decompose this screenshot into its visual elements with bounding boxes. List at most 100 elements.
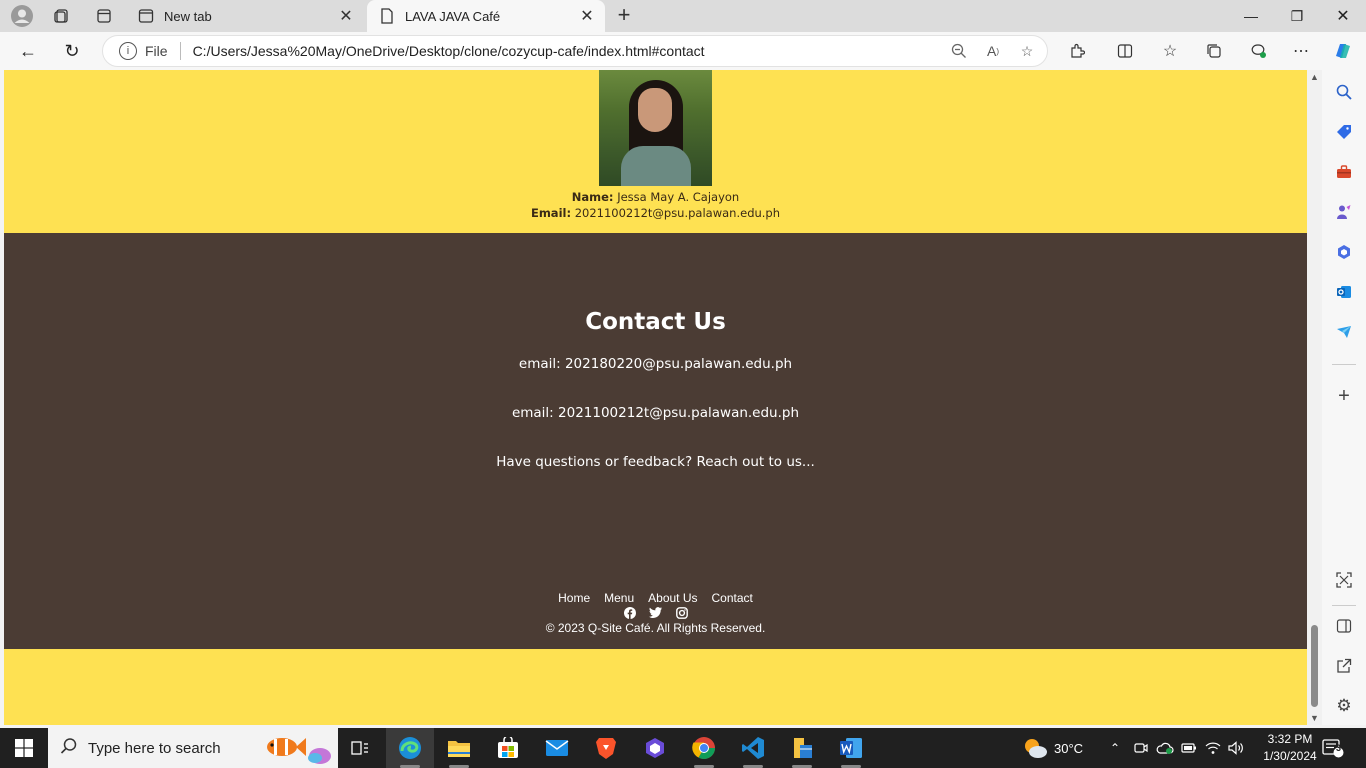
vscode-icon[interactable]: [729, 728, 777, 768]
footer-nav: Home Menu About Us Contact: [4, 591, 1307, 605]
chrome-icon[interactable]: [680, 728, 728, 768]
tools-icon[interactable]: [1332, 160, 1356, 184]
workspaces-icon[interactable]: [48, 4, 76, 28]
new-tab-icon: [138, 8, 154, 24]
new-tab-button[interactable]: +: [612, 4, 636, 28]
contact-tagline: Have questions or feedback? Reach out to…: [496, 454, 815, 470]
taskbar-search[interactable]: Type here to search: [48, 728, 338, 768]
info-icon[interactable]: i: [119, 42, 137, 60]
url-text[interactable]: C:/Users/Jessa%20May/OneDrive/Desktop/cl…: [193, 43, 945, 59]
contact-email-1: email: 202180220@psu.palawan.edu.ph: [518, 356, 793, 372]
close-window-button[interactable]: ✕: [1320, 0, 1366, 32]
footer-link-menu[interactable]: Menu: [604, 591, 634, 605]
show-hidden-icons[interactable]: ⌃: [1110, 728, 1120, 768]
scroll-down-icon[interactable]: ▼: [1310, 713, 1319, 723]
weather-widget[interactable]: 30°C: [1022, 728, 1083, 768]
browser-essentials-icon[interactable]: [1244, 39, 1272, 63]
microsoft-365-icon[interactable]: [1332, 240, 1356, 264]
settings-more-icon[interactable]: ⋯: [1287, 39, 1315, 63]
sidebar-settings-icon[interactable]: ⚙: [1332, 694, 1356, 718]
edge-taskbar-icon[interactable]: [386, 728, 434, 768]
battery-icon[interactable]: [1181, 728, 1197, 768]
profile-icon[interactable]: [8, 4, 36, 28]
read-aloud-icon[interactable]: A): [979, 39, 1007, 63]
footer-link-contact[interactable]: Contact: [712, 591, 753, 605]
scrollbar-thumb[interactable]: [1311, 625, 1318, 707]
drop-icon[interactable]: [1332, 320, 1356, 344]
open-external-icon[interactable]: [1332, 654, 1356, 678]
copilot-icon[interactable]: [1329, 39, 1357, 63]
footer-link-about[interactable]: About Us: [648, 591, 697, 605]
email-value: 2021100212t@psu.palawan.edu.ph: [574, 206, 781, 220]
instagram-icon[interactable]: [675, 606, 688, 619]
onedrive-icon[interactable]: [1156, 728, 1174, 768]
facebook-icon[interactable]: [623, 606, 636, 619]
back-icon[interactable]: ←: [14, 38, 42, 64]
screenshot-icon[interactable]: [1332, 568, 1356, 592]
favorites-icon[interactable]: ☆: [1156, 39, 1184, 63]
shopping-tag-icon[interactable]: [1332, 120, 1356, 144]
windows-start-icon[interactable]: [0, 728, 48, 768]
mail-icon[interactable]: [533, 728, 581, 768]
member-email-line: Email: 2021100212t@psu.palawan.edu.ph: [4, 206, 1307, 220]
add-sidebar-app-icon[interactable]: +: [1332, 384, 1356, 408]
task-view-icon[interactable]: [336, 728, 384, 768]
windows-taskbar: Type here to search 30°C ⌃ 3:32 PM 1/30/…: [0, 728, 1366, 768]
address-bar[interactable]: i File C:/Users/Jessa%20May/OneDrive/Des…: [102, 35, 1048, 67]
page-icon: [379, 8, 395, 24]
file-label: File: [145, 43, 168, 59]
notification-count: 3: [1336, 743, 1342, 753]
divider: [179, 42, 181, 60]
page-scrollbar[interactable]: ▲ ▼: [1307, 70, 1322, 725]
contact-section: Contact Us email: 202180220@psu.palawan.…: [4, 233, 1307, 649]
tab-new-tab[interactable]: New tab ✕: [128, 0, 364, 32]
photo-shirt: [621, 146, 691, 186]
refresh-icon[interactable]: ↻: [58, 38, 86, 64]
tab-title: New tab: [164, 8, 212, 24]
system-clock[interactable]: 3:32 PM 1/30/2024: [1250, 731, 1330, 765]
brave-browser-icon[interactable]: [582, 728, 630, 768]
social-links: [4, 606, 1307, 619]
word-icon[interactable]: [827, 728, 875, 768]
edge-sidebar: + ⚙: [1322, 70, 1366, 725]
email-label: Email:: [530, 206, 572, 220]
microsoft-store-icon[interactable]: [484, 728, 532, 768]
weather-temp: 30°C: [1054, 740, 1084, 756]
search-placeholder: Type here to search: [88, 739, 221, 757]
about-us-section: Name: Jessa May A. Cajayon Email: 202110…: [4, 70, 1307, 233]
extensions-icon[interactable]: [1063, 39, 1091, 63]
close-tab-icon[interactable]: ✕: [334, 6, 358, 26]
photo-face: [638, 88, 672, 132]
minimize-button[interactable]: —: [1228, 0, 1274, 32]
tab-strip: New tab ✕ LAVA JAVA Café ✕ + — ❐ ✕: [0, 0, 1366, 32]
volume-icon[interactable]: [1228, 728, 1244, 768]
tab-lava-java[interactable]: LAVA JAVA Café ✕: [367, 0, 605, 32]
search-icon[interactable]: [1332, 80, 1356, 104]
footer-link-home[interactable]: Home: [558, 591, 590, 605]
tab-title: LAVA JAVA Café: [405, 8, 501, 24]
search-highlight-fish-icon: [260, 732, 332, 764]
name-value: Jessa May A. Cajayon: [617, 190, 740, 204]
collections-icon[interactable]: [1200, 39, 1228, 63]
games-icon[interactable]: [1332, 200, 1356, 224]
zoom-icon[interactable]: [945, 39, 973, 63]
browser-toolbar: ← ↻ i File C:/Users/Jessa%20May/OneDrive…: [0, 32, 1366, 70]
tab-actions-icon[interactable]: [90, 4, 118, 28]
favorite-star-icon[interactable]: ☆: [1013, 39, 1041, 63]
split-screen-icon[interactable]: [1111, 39, 1139, 63]
contact-email-2: email: 2021100212t@psu.palawan.edu.ph: [511, 405, 800, 421]
clock-time: 3:32 PM: [1267, 732, 1313, 746]
twitter-icon[interactable]: [649, 606, 662, 619]
polypane-app-icon[interactable]: [631, 728, 679, 768]
hide-sidebar-icon[interactable]: [1332, 614, 1356, 638]
scroll-up-icon[interactable]: ▲: [1310, 72, 1319, 82]
notifications-icon[interactable]: 3: [1322, 728, 1344, 768]
file-explorer-icon[interactable]: [435, 728, 483, 768]
wifi-icon[interactable]: [1205, 728, 1221, 768]
outlook-icon[interactable]: [1332, 280, 1356, 304]
sticky-folder-icon[interactable]: [778, 728, 826, 768]
restore-button[interactable]: ❐: [1274, 0, 1320, 32]
member-name-line: Name: Jessa May A. Cajayon: [4, 190, 1307, 204]
close-tab-icon[interactable]: ✕: [575, 6, 599, 26]
meet-now-icon[interactable]: [1134, 728, 1148, 768]
